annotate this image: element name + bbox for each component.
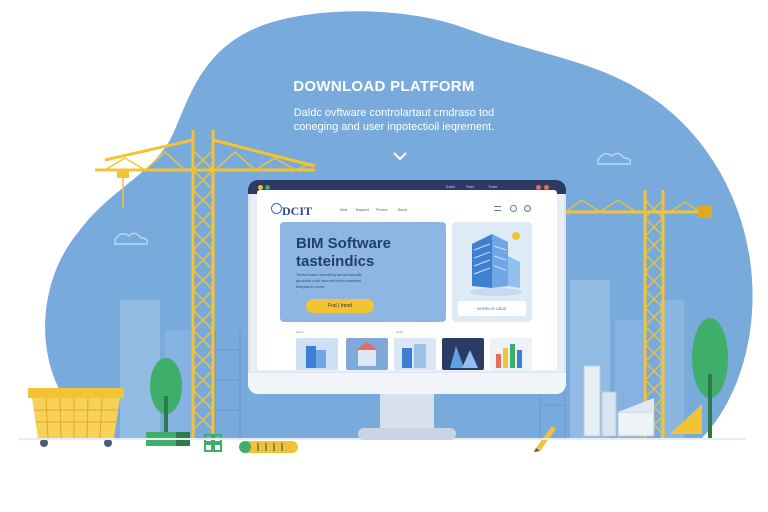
monitor-base — [358, 428, 456, 440]
monitor-stand — [380, 394, 434, 428]
thumbnail[interactable] — [442, 338, 484, 370]
building-icon — [583, 365, 655, 437]
building-icon — [470, 232, 522, 296]
download-button[interactable]: Fnd | Imnd — [306, 299, 374, 313]
menu-icon[interactable] — [494, 206, 501, 211]
shape-icon — [670, 404, 702, 434]
hero-scene: DOWNLOAD PLATFORM Daldc ovftware control… — [0, 0, 768, 512]
topbar-link[interactable]: Ssel — [466, 184, 474, 189]
subtitle-line: coneging and user inpotectioil ieqrement… — [293, 121, 495, 133]
monitor-chin — [248, 372, 566, 394]
chevron-down-icon[interactable] — [392, 150, 408, 162]
page-subtitle: Daldc ovftware controlartaut cmdraso tod… — [264, 106, 524, 134]
nav-item[interactable]: Fbrme — [376, 207, 388, 212]
topbar-link[interactable]: Eaml — [446, 184, 455, 189]
feature-badge: BORELIS CBDE — [458, 301, 526, 316]
card-text: Tecitul taeed sermiting tomel ebeoitto g… — [296, 272, 406, 290]
nav-item[interactable]: Bbd — [340, 207, 347, 212]
card-title-line: tasteindics — [296, 253, 375, 270]
card-text-line: bsegueod cevel. — [296, 284, 326, 289]
card-title-line: BIM Software — [296, 235, 392, 252]
logo-icon — [271, 203, 282, 214]
pencil-icon — [534, 426, 556, 452]
section-label: Aeed — [396, 330, 404, 334]
page-title: DOWNLOAD PLATFORM — [293, 78, 475, 95]
avatar[interactable] — [524, 205, 531, 212]
card-title: BIM Software tasteindics — [296, 235, 436, 271]
topbar-link[interactable]: Tmer — [488, 184, 497, 189]
nav-item[interactable]: Bevd — [398, 207, 407, 212]
site-logo[interactable]: DCIT — [282, 204, 312, 219]
grid-icon — [204, 434, 222, 452]
section-label: Goed — [296, 330, 304, 334]
thumbnail[interactable] — [394, 338, 436, 370]
search-icon[interactable] — [510, 205, 517, 212]
thumbnail[interactable] — [346, 338, 388, 370]
nav-item[interactable]: Bapefd — [356, 207, 369, 212]
thumbnail[interactable] — [490, 338, 532, 370]
ruler-icon — [239, 441, 298, 453]
tree-icon — [150, 358, 182, 440]
subtitle-line: Daldc ovftware controlartaut cmdraso tod — [293, 107, 495, 119]
thumbnail[interactable] — [296, 338, 338, 370]
